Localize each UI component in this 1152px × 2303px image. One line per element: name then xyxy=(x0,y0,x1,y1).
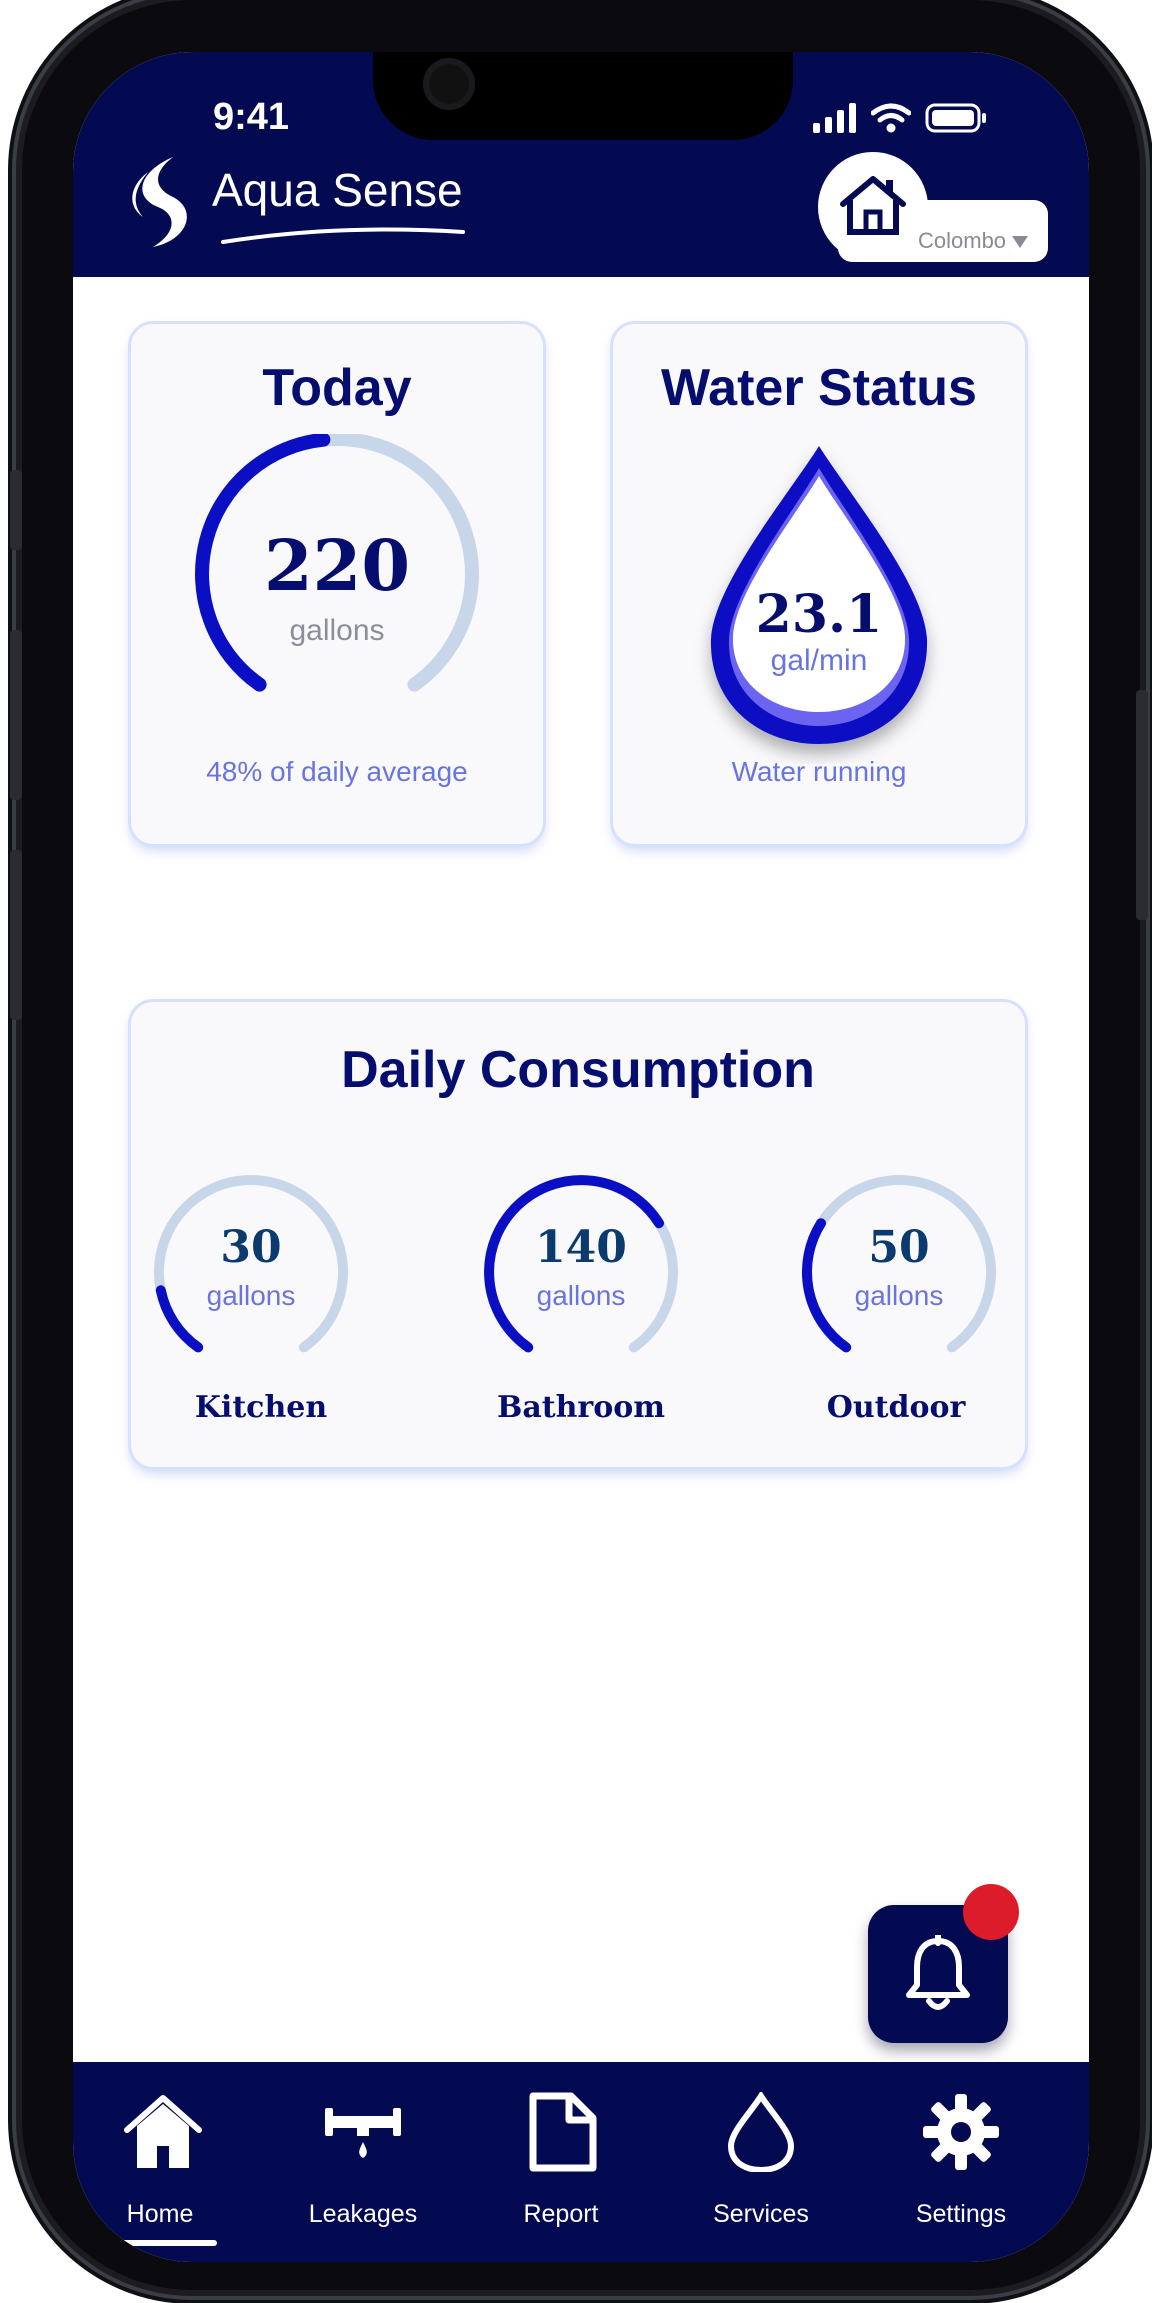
location-home-circle[interactable] xyxy=(818,152,928,262)
front-camera xyxy=(423,58,475,110)
outdoor-label: Outdoor xyxy=(826,1390,966,1425)
gear-icon xyxy=(923,2094,999,2170)
consumption-bathroom[interactable]: 140 gallons Bathroom xyxy=(471,1172,691,1432)
app-header: 9:41 Aqua Sense Colombo xyxy=(73,52,1089,277)
app-name: Aqua Sense xyxy=(212,164,463,216)
water-status-card[interactable]: Water Status 23.1 gal/min Water running xyxy=(613,324,1025,844)
outdoor-unit: gallons xyxy=(854,1280,944,1311)
nav-report-label: Report xyxy=(523,2200,599,2228)
wifi-icon xyxy=(871,103,911,133)
status-time: 9:41 xyxy=(213,96,290,138)
nav-services-label: Services xyxy=(713,2200,809,2228)
bell-icon xyxy=(906,1935,970,2010)
nav-settings-label: Settings xyxy=(915,2200,1007,2228)
today-card[interactable]: Today 220 gallons 48% of daily average xyxy=(131,324,543,844)
mute-switch xyxy=(10,470,22,550)
flow-rate-value: 23.1 xyxy=(755,584,883,645)
today-value: 220 xyxy=(263,524,411,607)
today-unit: gallons xyxy=(289,614,385,647)
aqua-sense-logo-icon xyxy=(132,157,187,247)
device-notch xyxy=(373,52,793,140)
water-status-text: Water running xyxy=(731,756,907,787)
signal-icon xyxy=(813,103,856,133)
nav-settings[interactable]: Settings xyxy=(871,2062,1051,2262)
bathroom-value: 140 xyxy=(535,1222,627,1273)
home-icon xyxy=(840,176,906,235)
notification-badge xyxy=(963,1884,1019,1940)
location-name[interactable]: Colombo xyxy=(918,228,1006,254)
bathroom-unit: gallons xyxy=(536,1280,626,1311)
nav-home[interactable]: Home xyxy=(73,2062,253,2262)
kitchen-unit: gallons xyxy=(206,1280,296,1311)
kitchen-value: 30 xyxy=(220,1222,282,1273)
home-icon xyxy=(124,2095,202,2168)
today-subtitle: 48% of daily average xyxy=(206,756,468,787)
nav-active-indicator xyxy=(113,2240,217,2246)
today-title: Today xyxy=(262,359,412,417)
kitchen-label: Kitchen xyxy=(194,1390,328,1425)
consumption-kitchen[interactable]: 30 gallons Kitchen xyxy=(141,1172,361,1432)
location-selector[interactable]: Colombo xyxy=(818,152,1048,272)
bathroom-label: Bathroom xyxy=(496,1390,666,1425)
document-icon xyxy=(529,2092,597,2172)
logo-wave xyxy=(221,227,465,244)
consumption-outdoor[interactable]: 50 gallons Outdoor xyxy=(789,1172,1009,1432)
power-button xyxy=(1136,690,1148,920)
nav-leakages-label: Leakages xyxy=(308,2200,418,2228)
volume-up-button xyxy=(10,630,22,800)
outdoor-value: 50 xyxy=(868,1222,930,1273)
bottom-navigation: Home Leakages Report Services Settings xyxy=(73,2062,1089,2262)
daily-consumption-card[interactable]: Daily Consumption 30 gallons Kitchen 140… xyxy=(131,1002,1025,1467)
nav-home-label: Home xyxy=(126,2200,194,2228)
nav-services[interactable]: Services xyxy=(671,2062,851,2262)
water-drop-icon xyxy=(727,2092,795,2172)
chevron-down-icon[interactable] xyxy=(1010,234,1030,250)
app-screen: 9:41 Aqua Sense Colombo Today 220 gallon… xyxy=(73,52,1089,2262)
leak-pipe-icon xyxy=(325,2108,401,2158)
status-icons xyxy=(813,100,987,136)
battery-icon xyxy=(925,103,986,133)
volume-down-button xyxy=(10,850,22,1020)
daily-consumption-title: Daily Consumption xyxy=(341,1041,815,1099)
water-status-title: Water Status xyxy=(661,359,977,417)
flow-rate-unit: gal/min xyxy=(770,644,868,677)
app-logo: Aqua Sense xyxy=(118,152,465,252)
nav-report[interactable]: Report xyxy=(471,2062,651,2262)
nav-leakages[interactable]: Leakages xyxy=(273,2062,453,2262)
